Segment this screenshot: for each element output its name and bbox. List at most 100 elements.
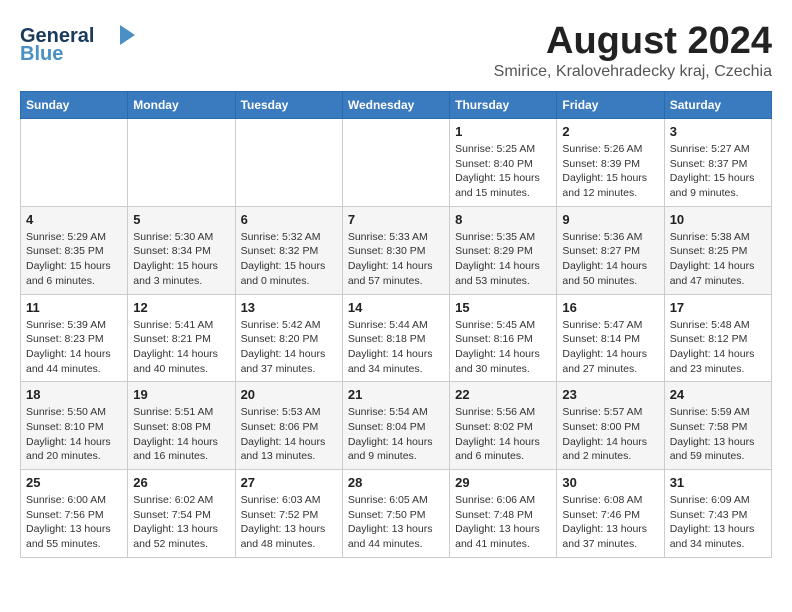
day-detail: Sunrise: 5:53 AM Sunset: 8:06 PM Dayligh…: [241, 405, 337, 464]
day-detail: Sunrise: 5:33 AM Sunset: 8:30 PM Dayligh…: [348, 230, 444, 289]
day-number: 2: [562, 124, 658, 139]
day-number: 11: [26, 300, 122, 315]
day-detail: Sunrise: 5:27 AM Sunset: 8:37 PM Dayligh…: [670, 142, 766, 201]
calendar-header: Sunday Monday Tuesday Wednesday Thursday…: [21, 92, 772, 119]
day-number: 22: [455, 387, 551, 402]
day-detail: Sunrise: 6:09 AM Sunset: 7:43 PM Dayligh…: [670, 493, 766, 552]
day-cell: 27Sunrise: 6:03 AM Sunset: 7:52 PM Dayli…: [235, 470, 342, 558]
day-detail: Sunrise: 5:30 AM Sunset: 8:34 PM Dayligh…: [133, 230, 229, 289]
day-cell: 23 Sunrise: 5:57 AM Sunset: 8:00 PM Dayli…: [557, 382, 664, 470]
day-number: 14: [348, 300, 444, 315]
week-row-3: 11 Sunrise: 5:39 AM Sunset: 8:23 PM Dayli…: [21, 294, 772, 382]
day-cell: 25 Sunrise: 6:00 AM Sunset: 7:56 PM Dayli…: [21, 470, 128, 558]
page-title: August 2024: [494, 20, 772, 63]
day-number: 13: [241, 300, 337, 315]
day-detail: Sunrise: 5:35 AM Sunset: 8:29 PM Dayligh…: [455, 230, 551, 289]
day-number: 6: [241, 212, 337, 227]
day-detail: Sunrise: 5:39 AM Sunset: 8:23 PM Dayligh…: [26, 318, 122, 377]
day-detail: Sunrise: 6:06 AM Sunset: 7:48 PM Dayligh…: [455, 493, 551, 552]
day-cell: 11 Sunrise: 5:39 AM Sunset: 8:23 PM Dayli…: [21, 294, 128, 382]
day-detail: Sunrise: 5:50 AM Sunset: 8:10 PM Dayligh…: [26, 405, 122, 464]
day-cell: 26 Sunrise: 6:02 AM Sunset: 7:54 PM Dayli…: [128, 470, 235, 558]
day-detail: Sunrise: 6:05 AM Sunset: 7:50 PM Dayligh…: [348, 493, 444, 552]
week-row-4: 18Sunrise: 5:50 AM Sunset: 8:10 PM Dayli…: [21, 382, 772, 470]
header-wednesday: Wednesday: [342, 92, 449, 119]
day-detail: Sunrise: 5:48 AM Sunset: 8:12 PM Dayligh…: [670, 318, 766, 377]
day-number: 23: [562, 387, 658, 402]
day-number: 7: [348, 212, 444, 227]
day-number: 12: [133, 300, 229, 315]
day-cell: 17 Sunrise: 5:48 AM Sunset: 8:12 PM Dayli…: [664, 294, 771, 382]
day-cell: 30 Sunrise: 6:08 AM Sunset: 7:46 PM Dayli…: [557, 470, 664, 558]
day-detail: Sunrise: 5:45 AM Sunset: 8:16 PM Dayligh…: [455, 318, 551, 377]
day-cell: 16 Sunrise: 5:47 AM Sunset: 8:14 PM Dayli…: [557, 294, 664, 382]
calendar-body: 1Sunrise: 5:25 AM Sunset: 8:40 PM Daylig…: [21, 119, 772, 558]
day-detail: Sunrise: 6:08 AM Sunset: 7:46 PM Dayligh…: [562, 493, 658, 552]
day-cell: 22 Sunrise: 5:56 AM Sunset: 8:02 PM Dayli…: [450, 382, 557, 470]
day-detail: Sunrise: 5:41 AM Sunset: 8:21 PM Dayligh…: [133, 318, 229, 377]
day-detail: Sunrise: 5:42 AM Sunset: 8:20 PM Dayligh…: [241, 318, 337, 377]
day-cell: [235, 119, 342, 207]
page-subtitle: Smirice, Kralovehradecky kraj, Czechia: [494, 63, 772, 81]
day-cell: 1Sunrise: 5:25 AM Sunset: 8:40 PM Daylig…: [450, 119, 557, 207]
day-cell: 3Sunrise: 5:27 AM Sunset: 8:37 PM Daylig…: [664, 119, 771, 207]
calendar-table: Sunday Monday Tuesday Wednesday Thursday…: [20, 91, 772, 558]
day-number: 5: [133, 212, 229, 227]
day-cell: 15 Sunrise: 5:45 AM Sunset: 8:16 PM Dayli…: [450, 294, 557, 382]
day-number: 8: [455, 212, 551, 227]
logo-text: General Blue: [20, 20, 140, 70]
day-number: 31: [670, 475, 766, 490]
day-cell: 2 Sunrise: 5:26 AM Sunset: 8:39 PM Daylig…: [557, 119, 664, 207]
header-tuesday: Tuesday: [235, 92, 342, 119]
day-detail: Sunrise: 6:02 AM Sunset: 7:54 PM Dayligh…: [133, 493, 229, 552]
svg-text:Blue: Blue: [20, 43, 63, 65]
day-detail: Sunrise: 5:59 AM Sunset: 7:58 PM Dayligh…: [670, 405, 766, 464]
day-detail: Sunrise: 5:57 AM Sunset: 8:00 PM Dayligh…: [562, 405, 658, 464]
page-header: General Blue August 2024 Smirice, Kralov…: [20, 20, 772, 81]
day-detail: Sunrise: 5:25 AM Sunset: 8:40 PM Dayligh…: [455, 142, 551, 201]
day-detail: Sunrise: 5:54 AM Sunset: 8:04 PM Dayligh…: [348, 405, 444, 464]
day-cell: 10 Sunrise: 5:38 AM Sunset: 8:25 PM Dayli…: [664, 206, 771, 294]
week-row-1: 1Sunrise: 5:25 AM Sunset: 8:40 PM Daylig…: [21, 119, 772, 207]
day-detail: Sunrise: 5:44 AM Sunset: 8:18 PM Dayligh…: [348, 318, 444, 377]
day-cell: 21 Sunrise: 5:54 AM Sunset: 8:04 PM Dayli…: [342, 382, 449, 470]
day-detail: Sunrise: 5:51 AM Sunset: 8:08 PM Dayligh…: [133, 405, 229, 464]
day-cell: 5 Sunrise: 5:30 AM Sunset: 8:34 PM Daylig…: [128, 206, 235, 294]
day-cell: 7 Sunrise: 5:33 AM Sunset: 8:30 PM Daylig…: [342, 206, 449, 294]
header-saturday: Saturday: [664, 92, 771, 119]
day-cell: [128, 119, 235, 207]
day-number: 25: [26, 475, 122, 490]
day-cell: 6Sunrise: 5:32 AM Sunset: 8:32 PM Daylig…: [235, 206, 342, 294]
day-number: 10: [670, 212, 766, 227]
day-number: 26: [133, 475, 229, 490]
day-detail: Sunrise: 5:56 AM Sunset: 8:02 PM Dayligh…: [455, 405, 551, 464]
day-detail: Sunrise: 5:36 AM Sunset: 8:27 PM Dayligh…: [562, 230, 658, 289]
day-cell: 13 Sunrise: 5:42 AM Sunset: 8:20 PM Dayli…: [235, 294, 342, 382]
header-friday: Friday: [557, 92, 664, 119]
day-cell: 31 Sunrise: 6:09 AM Sunset: 7:43 PM Dayli…: [664, 470, 771, 558]
day-cell: 14 Sunrise: 5:44 AM Sunset: 8:18 PM Dayli…: [342, 294, 449, 382]
day-cell: [342, 119, 449, 207]
day-number: 17: [670, 300, 766, 315]
day-cell: 24Sunrise: 5:59 AM Sunset: 7:58 PM Dayli…: [664, 382, 771, 470]
day-number: 21: [348, 387, 444, 402]
day-cell: 20 Sunrise: 5:53 AM Sunset: 8:06 PM Dayli…: [235, 382, 342, 470]
logo: General Blue: [20, 20, 140, 70]
day-number: 20: [241, 387, 337, 402]
day-detail: Sunrise: 5:38 AM Sunset: 8:25 PM Dayligh…: [670, 230, 766, 289]
day-number: 19: [133, 387, 229, 402]
day-number: 29: [455, 475, 551, 490]
day-detail: Sunrise: 6:00 AM Sunset: 7:56 PM Dayligh…: [26, 493, 122, 552]
day-number: 16: [562, 300, 658, 315]
day-cell: 12 Sunrise: 5:41 AM Sunset: 8:21 PM Dayli…: [128, 294, 235, 382]
day-cell: [21, 119, 128, 207]
day-detail: Sunrise: 5:26 AM Sunset: 8:39 PM Dayligh…: [562, 142, 658, 201]
day-number: 30: [562, 475, 658, 490]
day-number: 15: [455, 300, 551, 315]
day-detail: Sunrise: 5:29 AM Sunset: 8:35 PM Dayligh…: [26, 230, 122, 289]
day-cell: 18Sunrise: 5:50 AM Sunset: 8:10 PM Dayli…: [21, 382, 128, 470]
day-detail: Sunrise: 6:03 AM Sunset: 7:52 PM Dayligh…: [241, 493, 337, 552]
day-cell: 9Sunrise: 5:36 AM Sunset: 8:27 PM Daylig…: [557, 206, 664, 294]
day-detail: Sunrise: 5:47 AM Sunset: 8:14 PM Dayligh…: [562, 318, 658, 377]
week-row-5: 25 Sunrise: 6:00 AM Sunset: 7:56 PM Dayli…: [21, 470, 772, 558]
